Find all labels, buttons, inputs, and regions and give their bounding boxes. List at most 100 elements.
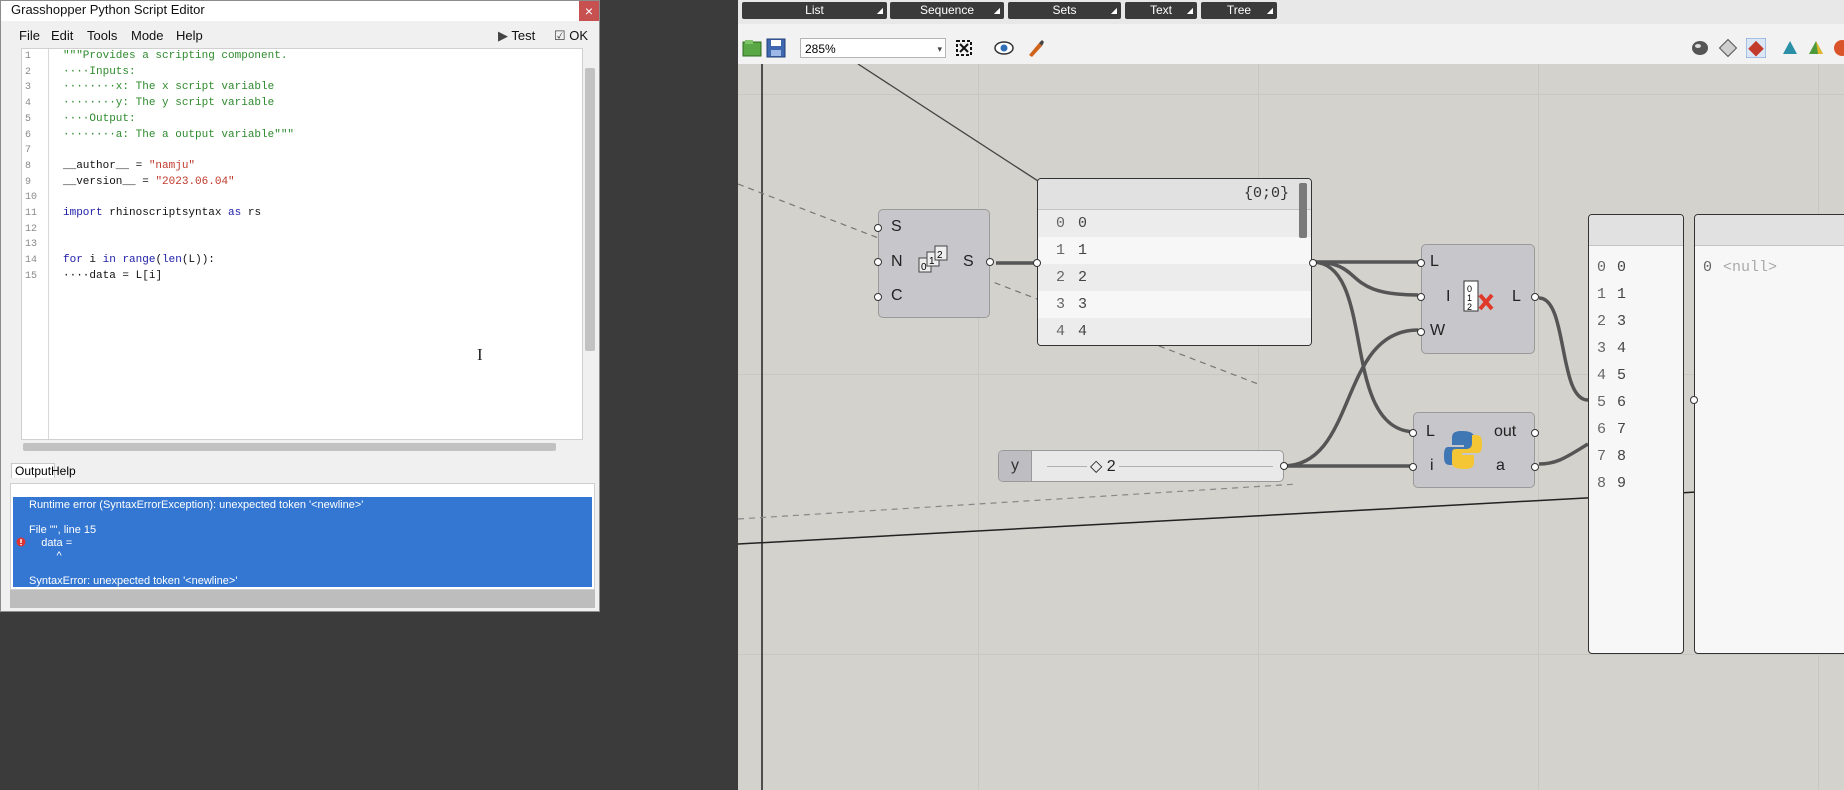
panel-header [1589,215,1683,246]
panel-input-port[interactable] [1690,396,1698,404]
row-value: 3 [1078,296,1088,313]
line-number: 4 [25,98,32,110]
input-port[interactable] [1417,259,1425,267]
input-label-i: i [1430,457,1434,474]
number-slider[interactable]: y ◇ 2 [998,450,1288,482]
panel-scrollbar[interactable] [1299,183,1307,238]
input-port[interactable] [1417,328,1425,336]
row-value: <null> [1723,259,1778,276]
row-index: 6 [1597,421,1607,438]
chevron-down-icon: ▾ [937,44,942,54]
panel-python-output[interactable]: 0 <null> [1694,214,1844,654]
line-number: 15 [25,270,38,282]
panel-rows: 0 <null> [1695,246,1844,281]
input-port[interactable] [874,258,882,266]
canvas[interactable]: S N C 012 S {0;0} 0011223344 L I W 012 L [738,64,1844,790]
slider-track[interactable] [1047,466,1273,467]
menu-file[interactable]: File [19,28,40,43]
input-port[interactable] [874,224,882,232]
display-options-icon[interactable] [1832,38,1844,58]
editor-vertical-scrollbar[interactable] [585,68,595,351]
menu-help[interactable]: Help [176,28,203,43]
code-editor[interactable]: 1 2 3 4 5 6 7 8 9 10 11 12 13 14 15 """Provides a scri… [21,48,583,440]
code-line: ····Output: [63,112,136,125]
menu-edit[interactable]: Edit [51,28,73,43]
ok-button[interactable]: ☑ OK [554,28,588,44]
close-button[interactable]: × [579,1,599,21]
line-number: 1 [25,51,32,62]
input-label-w: W [1430,322,1446,339]
shaded-preview-icon[interactable] [1690,38,1710,58]
row-value: 0 [1617,259,1627,276]
panel-row: 34 [1589,335,1683,362]
series-component[interactable]: S N C 012 S [874,209,994,318]
preview-mesh-icon[interactable] [1806,38,1826,58]
code-line: ····Inputs: [63,65,136,78]
sketch-pen-icon[interactable] [1026,38,1046,58]
series-icon: 012 [918,245,948,273]
output-scrollbar[interactable] [10,590,595,608]
row-value: 6 [1617,394,1627,411]
line-number: 12 [25,223,38,235]
error-output[interactable]: Runtime error (SyntaxErrorException): un… [13,497,592,587]
zoom-select[interactable]: 285% ▾ [800,38,946,58]
output-label-a: a [1496,457,1505,474]
python-logo-icon [1444,431,1482,469]
output-line: data = [29,537,73,550]
preview-eye-icon[interactable] [994,38,1014,58]
output-port[interactable] [986,258,994,266]
menu-tools[interactable]: Tools [87,28,117,43]
input-label-s: S [891,218,902,235]
output-line: Runtime error (SyntaxErrorException): un… [29,499,364,511]
panel-row: 11 [1038,237,1311,264]
tab-sequence[interactable]: Sequence ◢ [890,2,1004,19]
output-port[interactable] [1531,463,1539,471]
tab-output[interactable]: Output [11,463,56,478]
menu-mode[interactable]: Mode [131,28,164,43]
panel-cull-output[interactable]: 001123344556677889 [1588,214,1684,654]
panel-row: 67 [1589,416,1683,443]
panel-input-port[interactable] [1033,259,1041,267]
tab-sets[interactable]: Sets ◢ [1008,2,1121,19]
row-index: 0 [1703,259,1713,276]
panel-row: 78 [1589,443,1683,470]
tab-list[interactable]: List ◢ [742,2,887,19]
panel-output-port[interactable] [1309,259,1317,267]
zoom-extents-icon[interactable] [954,38,974,58]
line-number: 8 [25,160,32,172]
tab-text[interactable]: Text ◢ [1125,2,1197,19]
tab-label: Sets [1052,3,1077,17]
input-port[interactable] [1409,429,1417,437]
python-editor-window: Grasshopper Python Script Editor × File … [0,0,600,612]
save-file-icon[interactable] [766,38,786,58]
output-port[interactable] [1531,429,1539,437]
input-port[interactable] [1417,293,1425,301]
slider-value[interactable]: ◇ 2 [1087,456,1119,476]
tab-tree[interactable]: Tree ◢ [1201,2,1277,19]
line-number-gutter: 1 2 3 4 5 6 7 8 9 10 11 12 13 14 15 [22,49,49,439]
bake-icon[interactable] [1780,38,1800,58]
input-port[interactable] [874,293,882,301]
open-file-icon[interactable] [742,38,762,58]
output-port[interactable] [1531,293,1539,301]
panel-row: 45 [1589,362,1683,389]
input-label-i: I [1446,288,1451,305]
panel-series-output[interactable]: {0;0} 0011223344 [1037,178,1312,346]
row-value: 0 [1078,215,1088,232]
row-index: 3 [1597,340,1607,357]
test-button[interactable]: ▶ Test [498,28,535,44]
selected-preview-icon[interactable] [1746,38,1766,58]
row-index: 0 [1597,259,1607,276]
slider-output-port[interactable] [1280,462,1288,470]
cull-index-component[interactable]: L I W 012 L [1417,244,1539,354]
code-line: ········y: The y script variable [63,97,275,110]
python-component[interactable]: L i out a [1409,412,1539,488]
input-label-l: L [1430,253,1439,270]
tab-help[interactable]: Help [51,464,76,478]
grasshopper-window: List ◢ Sequence ◢ Sets ◢ Text ◢ Tree ◢ 285% ▾ [738,0,1844,790]
editor-horizontal-scrollbar[interactable] [23,443,556,451]
input-port[interactable] [1409,463,1417,471]
wireframe-preview-icon[interactable] [1718,38,1738,58]
row-value: 9 [1617,475,1627,492]
code-line: ········a: The a output variable""" [63,128,295,141]
